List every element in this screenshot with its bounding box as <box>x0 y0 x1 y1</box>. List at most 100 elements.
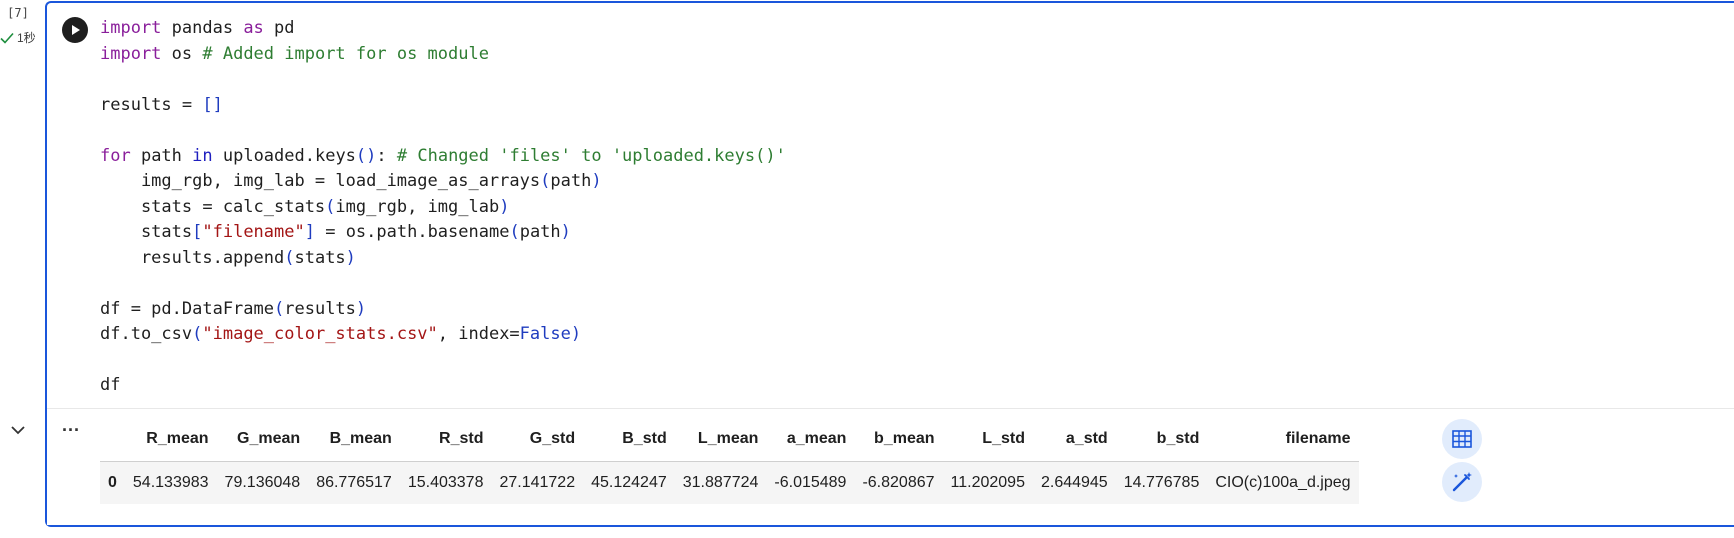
magic-wand-icon <box>1452 472 1472 492</box>
magic-edit-button[interactable] <box>1442 462 1482 502</box>
table-cell: -6.820867 <box>854 461 943 504</box>
column-header: R_mean <box>124 419 217 462</box>
code-token: ( <box>192 324 203 344</box>
table-cell: 31.887724 <box>674 461 767 504</box>
code-token: ( <box>325 196 336 217</box>
dataframe-table: R_mean G_mean B_mean R_std G_std B_std L_mean a… <box>100 419 1359 504</box>
code-token: ) <box>345 247 356 268</box>
code-token: df <box>100 375 121 395</box>
table-cell: CIO(c)100a_d.jpeg <box>1207 461 1359 504</box>
code-token: os <box>161 43 203 64</box>
code-token: uploaded.keys <box>212 145 356 166</box>
table-cell: 79.136048 <box>216 461 309 504</box>
code-line: df.to_csv("image_color_stats.csv", index… <box>100 322 1700 348</box>
execution-time: 1秒 <box>17 31 36 45</box>
code-token: pd <box>263 18 295 38</box>
collapse-output-button[interactable] <box>8 420 28 440</box>
code-token: ( <box>274 298 285 319</box>
code-token: import <box>100 43 162 64</box>
code-token: ) <box>499 196 510 217</box>
code-token: = os.path.basename <box>314 222 510 242</box>
table-cell: 15.403378 <box>399 461 492 504</box>
column-header: L_mean <box>674 419 767 462</box>
table-header-row: R_mean G_mean B_mean R_std G_std B_std L_mean a… <box>100 419 1359 462</box>
code-token: () <box>355 145 377 166</box>
row-index: 0 <box>100 461 125 504</box>
code-token: import <box>100 18 162 38</box>
column-header: a_mean <box>766 419 855 462</box>
cell-output: ... R_mean G_mean B_mean R_std G_std B_std L_m… <box>47 408 1734 525</box>
code-editor[interactable]: import pandas as pd import os # Added imp… <box>100 16 1700 406</box>
column-header: filename <box>1207 419 1359 462</box>
code-line: df <box>100 373 1700 399</box>
table-icon <box>1452 430 1472 448</box>
code-token: , index= <box>437 324 520 344</box>
code-token: ( <box>540 171 551 191</box>
table-cell: 2.644945 <box>1032 461 1116 504</box>
code-line: results = [] <box>100 93 1700 119</box>
code-token: # Added import for os module <box>202 43 489 64</box>
column-header: L_std <box>942 419 1033 462</box>
column-header: R_std <box>399 419 492 462</box>
code-token: path <box>550 171 592 191</box>
output-divider <box>47 408 1734 409</box>
output-menu-button[interactable]: ... <box>62 416 82 436</box>
column-header: G_std <box>491 419 584 462</box>
code-line: for path in uploaded.keys(): # Changed '… <box>100 144 1700 170</box>
table-cell: 27.141722 <box>491 461 584 504</box>
code-token: ) <box>570 324 582 344</box>
code-token: [ <box>192 222 203 242</box>
execution-count: [7] <box>7 6 29 20</box>
code-line: import os # Added import for os module <box>100 42 1700 68</box>
code-token: ) <box>591 171 602 191</box>
code-token: ) <box>355 298 367 319</box>
code-token: stats = calc_stats <box>100 196 326 217</box>
code-token: pandas <box>161 18 244 38</box>
code-token: in <box>192 145 213 166</box>
table-cell: -6.015489 <box>766 461 855 504</box>
column-header <box>100 419 125 462</box>
code-token: as <box>243 18 264 38</box>
column-header: b_mean <box>854 419 943 462</box>
code-token: results.append <box>100 247 285 268</box>
cell-gutter: [7] 1秒 <box>0 0 46 538</box>
code-token: False <box>519 324 571 344</box>
code-token: results = <box>100 94 203 115</box>
code-line: stats["filename"] = os.path.basename(pat… <box>100 220 1700 246</box>
table-cell: 14.776785 <box>1115 461 1208 504</box>
code-token: df.to_csv <box>100 324 193 344</box>
table-cell: 11.202095 <box>942 461 1033 504</box>
code-token: [] <box>202 94 223 115</box>
column-header: B_mean <box>308 419 400 462</box>
code-line: stats = calc_stats(img_rgb, img_lab) <box>100 195 1700 221</box>
check-icon <box>0 32 14 44</box>
chevron-down-icon <box>11 426 25 435</box>
code-token: df = pd.DataFrame <box>100 298 274 319</box>
code-token: path <box>519 222 561 242</box>
code-cell[interactable]: import pandas as pd import os # Added imp… <box>45 1 1734 527</box>
code-token: img_rgb, img_lab <box>335 196 500 217</box>
column-header: B_std <box>583 419 675 462</box>
code-token: for <box>100 145 131 166</box>
code-token: : <box>376 145 397 166</box>
code-token: ] <box>304 222 315 242</box>
table-cell: 54.133983 <box>124 461 217 504</box>
column-header: a_std <box>1032 419 1116 462</box>
column-header: b_std <box>1115 419 1208 462</box>
code-line: import pandas as pd <box>100 16 1700 42</box>
code-token: results <box>284 298 356 319</box>
code-line: results.append(stats) <box>100 246 1700 272</box>
run-cell-button[interactable] <box>62 17 88 43</box>
code-token: ( <box>509 222 520 242</box>
execution-status: 1秒 <box>0 29 36 46</box>
code-token: path <box>130 145 193 166</box>
code-token: "filename" <box>202 222 305 242</box>
code-token: ( <box>284 247 295 268</box>
table-cell: 86.776517 <box>308 461 400 504</box>
code-token: stats <box>294 247 346 268</box>
table-cell: 45.124247 <box>583 461 675 504</box>
table-view-button[interactable] <box>1442 419 1482 459</box>
